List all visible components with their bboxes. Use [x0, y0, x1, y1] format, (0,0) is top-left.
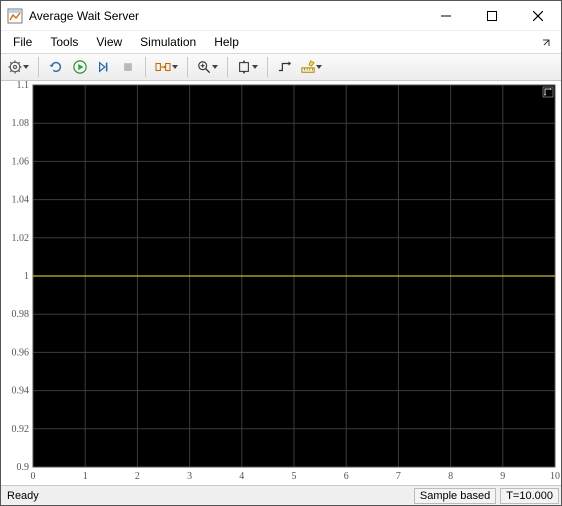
svg-text:6: 6 — [344, 471, 349, 482]
configure-button[interactable] — [5, 56, 32, 78]
stop-button[interactable] — [117, 56, 139, 78]
svg-text:1.06: 1.06 — [12, 156, 30, 167]
svg-text:0: 0 — [31, 471, 36, 482]
step-forward-icon — [97, 60, 111, 74]
autoscale-button[interactable] — [234, 56, 261, 78]
close-button[interactable] — [515, 1, 561, 31]
status-time: T=10.000 — [500, 488, 559, 504]
chevron-down-icon — [172, 64, 178, 70]
svg-text:5: 5 — [292, 471, 297, 482]
chevron-down-icon — [212, 64, 218, 70]
svg-text:1.08: 1.08 — [12, 118, 30, 129]
svg-text:10: 10 — [550, 471, 560, 482]
status-ready: Ready — [3, 490, 410, 502]
plot-canvas: 0 1 2 3 4 5 6 7 8 9 10 0.9 0.92 0.94 0.96 0.98 1 1.02 1.04… — [1, 81, 561, 485]
svg-text:1: 1 — [83, 471, 88, 482]
highlight-block-icon — [155, 60, 171, 74]
highlight-block-button[interactable] — [152, 56, 181, 78]
svg-text:4: 4 — [239, 471, 244, 482]
chevron-down-icon — [252, 64, 258, 70]
svg-text:8: 8 — [448, 471, 453, 482]
window-title: Average Wait Server — [29, 9, 423, 23]
titlebar: Average Wait Server — [1, 1, 561, 31]
menu-simulation[interactable]: Simulation — [132, 33, 204, 51]
zoom-icon — [197, 60, 211, 74]
svg-text:1.02: 1.02 — [12, 233, 30, 244]
chevron-down-icon — [23, 64, 29, 70]
svg-text:0.92: 0.92 — [12, 424, 30, 435]
autoscale-icon — [237, 60, 251, 74]
ruler-icon — [301, 60, 315, 74]
svg-text:1: 1 — [24, 271, 29, 282]
menu-tools[interactable]: Tools — [42, 33, 86, 51]
svg-text:3: 3 — [187, 471, 192, 482]
zoom-button[interactable] — [194, 56, 221, 78]
statusbar: Ready Sample based T=10.000 — [1, 485, 561, 505]
toolbar-separator — [187, 57, 188, 77]
svg-text:2: 2 — [135, 471, 140, 482]
svg-text:0.94: 0.94 — [12, 386, 30, 397]
svg-text:7: 7 — [396, 471, 401, 482]
minimize-button[interactable] — [423, 1, 469, 31]
run-button[interactable] — [69, 56, 91, 78]
menubar: File Tools View Simulation Help — [1, 31, 561, 53]
stop-icon — [121, 60, 135, 74]
triggers-button[interactable] — [274, 56, 296, 78]
status-mode: Sample based — [414, 488, 496, 504]
triggers-icon — [278, 60, 292, 74]
toolbar — [1, 53, 561, 81]
menu-help[interactable]: Help — [206, 33, 247, 51]
svg-text:0.9: 0.9 — [17, 462, 30, 473]
measurements-button[interactable] — [298, 56, 325, 78]
gear-icon — [8, 60, 22, 74]
menu-file[interactable]: File — [5, 33, 40, 51]
svg-text:1.1: 1.1 — [17, 81, 30, 91]
toolbar-separator — [267, 57, 268, 77]
menu-view[interactable]: View — [88, 33, 130, 51]
step-forward-button[interactable] — [93, 56, 115, 78]
toolbar-separator — [145, 57, 146, 77]
scope-plot[interactable]: 0 1 2 3 4 5 6 7 8 9 10 0.9 0.92 0.94 0.96 0.98 1 1.02 1.04… — [1, 81, 561, 485]
maximize-button[interactable] — [469, 1, 515, 31]
chevron-down-icon — [316, 64, 322, 70]
restart-button[interactable] — [45, 56, 67, 78]
svg-text:0.96: 0.96 — [12, 347, 30, 358]
svg-text:1.04: 1.04 — [12, 195, 30, 206]
toolbar-separator — [227, 57, 228, 77]
toolbar-separator — [38, 57, 39, 77]
app-icon — [7, 8, 23, 24]
restart-icon — [49, 60, 63, 74]
menu-more-icon[interactable] — [539, 35, 553, 49]
play-icon — [73, 60, 87, 74]
svg-text:9: 9 — [500, 471, 505, 482]
svg-text:0.98: 0.98 — [12, 309, 30, 320]
